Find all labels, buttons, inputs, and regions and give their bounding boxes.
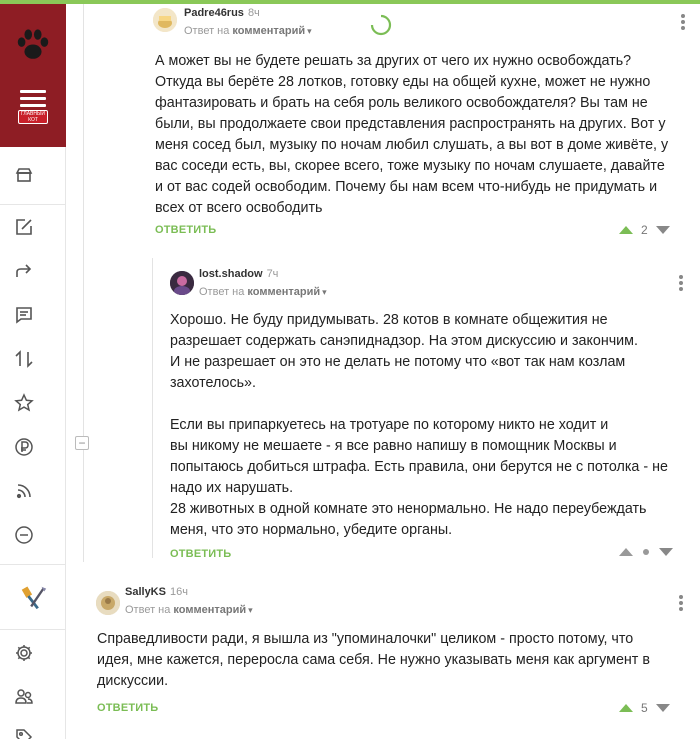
reply-button[interactable]: ОТВЕТИТЬ <box>170 548 231 560</box>
rating-count: 2 <box>641 223 648 237</box>
logo-badge: ГЛАВНЫЙ КОТ СООБЩЕСТВА <box>18 110 48 124</box>
upvote-icon[interactable] <box>619 704 633 712</box>
comments-area: − Padre46rus 8ч Ответ на комментарий ▾ А м… <box>66 4 700 739</box>
reply-to-link[interactable]: Ответ на комментарий ▾ <box>125 604 253 616</box>
upvote-icon[interactable] <box>619 548 633 556</box>
sort-icon[interactable] <box>13 348 35 370</box>
share-icon[interactable] <box>13 260 35 282</box>
comment-padre46rus: Padre46rus 8ч Ответ на комментарий ▾ А мож… <box>66 4 700 249</box>
comment-time: 7ч <box>266 268 279 280</box>
reply-to-link[interactable]: Ответ на комментарий ▾ <box>184 25 312 37</box>
minus-circle-icon[interactable] <box>13 524 35 546</box>
star-icon[interactable] <box>13 392 35 414</box>
more-options-icon[interactable] <box>681 14 685 30</box>
vote-block: 2 <box>619 223 670 237</box>
edit-icon[interactable] <box>13 216 35 238</box>
comment-lost-shadow: lost.shadow 7ч Ответ на комментарий ▾ Хоро… <box>66 258 700 563</box>
comment-text: Справедливости ради, я вышла из "упомина… <box>97 631 650 689</box>
chevron-down-icon: ▾ <box>322 287 327 297</box>
comment-author[interactable]: lost.shadow 7ч <box>199 268 278 280</box>
downvote-icon[interactable] <box>655 226 670 234</box>
comment-author[interactable]: Padre46rus 8ч <box>184 7 260 19</box>
ruble-icon[interactable] <box>13 436 35 458</box>
comment-author[interactable]: SallyKS 16ч <box>125 586 188 598</box>
tag-icon[interactable] <box>13 726 35 739</box>
downvote-icon[interactable] <box>655 704 670 712</box>
rating-hidden-dot <box>643 549 649 555</box>
chevron-down-icon: ▾ <box>307 26 312 36</box>
more-options-icon[interactable] <box>679 275 683 291</box>
avatar[interactable] <box>170 271 194 295</box>
community-logo[interactable]: ГЛАВНЫЙ КОТ СООБЩЕСТВА <box>0 4 66 147</box>
settings-icon[interactable] <box>13 642 35 664</box>
downvote-icon[interactable] <box>659 548 673 556</box>
more-options-icon[interactable] <box>679 595 683 611</box>
rss-icon[interactable] <box>13 480 35 502</box>
chevron-down-icon: ▾ <box>248 605 253 615</box>
avatar[interactable] <box>96 591 120 615</box>
reply-button[interactable]: ОТВЕТИТЬ <box>155 224 216 236</box>
comment-time: 16ч <box>169 586 188 598</box>
reply-to-link[interactable]: Ответ на комментарий ▾ <box>199 286 327 298</box>
paint-tools-icon[interactable] <box>18 582 50 614</box>
avatar[interactable] <box>153 8 177 32</box>
menu-icon[interactable] <box>20 90 46 110</box>
users-icon[interactable] <box>13 686 35 708</box>
paw-icon <box>17 29 49 59</box>
upvote-icon[interactable] <box>619 226 633 234</box>
sidebar: ГЛАВНЫЙ КОТ СООБЩЕСТВА <box>0 4 66 739</box>
rating-count: 5 <box>641 701 648 715</box>
comment-sallyks: SallyKS 16ч Ответ на комментарий ▾ Справед… <box>66 579 700 739</box>
comment-time: 8ч <box>247 7 260 19</box>
reply-button[interactable]: ОТВЕТИТЬ <box>97 702 158 714</box>
comments-icon[interactable] <box>13 304 35 326</box>
vote-block: 5 <box>619 701 670 715</box>
vote-block <box>619 548 673 556</box>
home-icon[interactable] <box>13 164 35 186</box>
comment-text: Хорошо. Не буду придумывать. 28 котов в … <box>170 312 668 538</box>
comment-text: А может вы не будете решать за других от… <box>155 53 669 216</box>
